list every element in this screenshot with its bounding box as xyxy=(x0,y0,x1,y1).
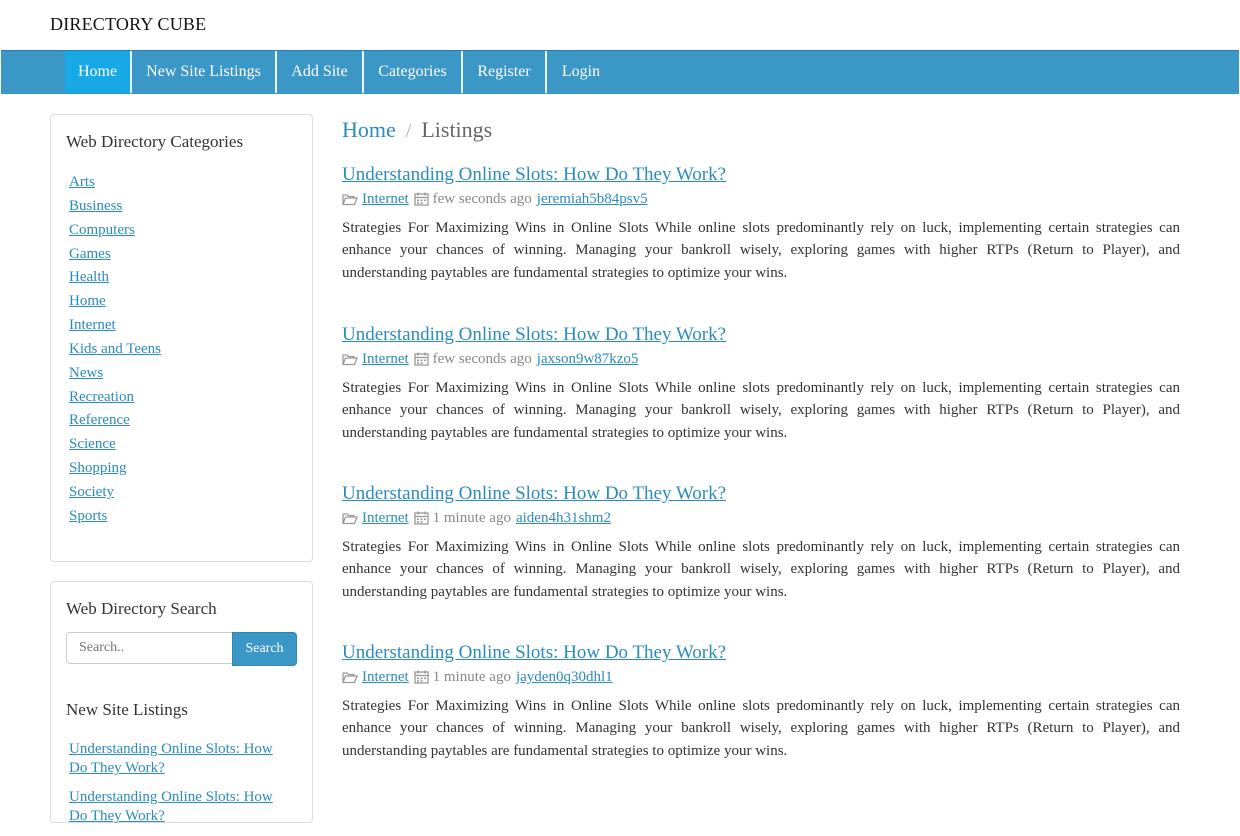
category-link-arts[interactable]: Arts xyxy=(69,174,95,190)
new-listing-link[interactable]: Understanding Online Slots: How Do They … xyxy=(69,789,273,824)
category-link-shopping[interactable]: Shopping xyxy=(69,460,127,476)
category-link-games[interactable]: Games xyxy=(69,246,111,262)
folder-open-icon xyxy=(342,193,358,205)
listing-category-link[interactable]: Internet xyxy=(362,189,409,209)
category-link-business[interactable]: Business xyxy=(69,198,122,214)
search-button[interactable]: Search xyxy=(232,632,297,666)
listing-title-link[interactable]: Understanding Online Slots: How Do They … xyxy=(342,164,726,185)
listing-user-link[interactable]: jeremiah5b84psv5 xyxy=(537,189,648,209)
category-item: Recreation xyxy=(69,387,161,411)
category-link-health[interactable]: Health xyxy=(69,269,109,285)
category-item: News xyxy=(69,363,161,387)
listing-description: Strategies For Maximizing Wins in Online… xyxy=(342,539,1180,600)
category-item: Computers xyxy=(69,220,161,244)
new-listings-list: Understanding Online Slots: How Do They … xyxy=(69,740,294,836)
search-title: Web Directory Search xyxy=(66,599,217,618)
nav-home[interactable]: Home xyxy=(65,51,130,93)
main-navbar: Home New Site Listings Add Site Categori… xyxy=(1,50,1239,94)
category-item: Kids and Teens xyxy=(69,339,161,363)
folder-open-icon xyxy=(342,671,358,683)
categories-panel: Web Directory Categories Arts Business C… xyxy=(50,114,313,562)
category-link-kids-and-teens[interactable]: Kids and Teens xyxy=(69,341,161,357)
category-link-sports[interactable]: Sports xyxy=(69,508,107,524)
category-item: Internet xyxy=(69,315,161,339)
listing-category-link[interactable]: Internet xyxy=(362,667,409,687)
category-link-society[interactable]: Society xyxy=(69,484,114,500)
calendar-icon xyxy=(413,192,429,206)
nav-register[interactable]: Register xyxy=(463,51,545,93)
breadcrumb-home[interactable]: Home xyxy=(342,117,396,142)
category-item: Shopping xyxy=(69,458,161,482)
listing-meta: Internet few seconds ago jaxson9w87kzo5 xyxy=(342,349,1180,369)
site-brand[interactable]: DIRECTORY CUBE xyxy=(50,14,206,35)
breadcrumb: Home / Listings xyxy=(342,117,492,143)
listing-category-link[interactable]: Internet xyxy=(362,508,409,528)
search-panel: Web Directory Search Search New Site Lis… xyxy=(50,581,313,824)
listing-user-link[interactable]: aiden4h31shm2 xyxy=(516,508,611,528)
category-link-news[interactable]: News xyxy=(69,365,103,381)
nav-categories[interactable]: Categories xyxy=(364,51,461,93)
new-listings-title: New Site Listings xyxy=(66,700,188,719)
nav-new-site-listings[interactable]: New Site Listings xyxy=(132,51,275,93)
listing-time: 1 minute ago xyxy=(432,510,511,526)
listing-item: Understanding Online Slots: How Do They … xyxy=(342,324,1180,444)
calendar-icon xyxy=(413,670,429,684)
category-link-computers[interactable]: Computers xyxy=(69,222,135,238)
listing-item: Understanding Online Slots: How Do They … xyxy=(342,483,1180,603)
listing-meta: Internet 1 minute ago jayden0q30dhl1 xyxy=(342,667,1180,687)
nav-add-site[interactable]: Add Site xyxy=(277,51,362,93)
listing-time: few seconds ago xyxy=(432,191,532,207)
list-item: Understanding Online Slots: How Do They … xyxy=(69,740,294,778)
listing-item: Understanding Online Slots: How Do They … xyxy=(342,642,1180,762)
nav-login[interactable]: Login xyxy=(547,51,615,93)
listing-user-link[interactable]: jayden0q30dhl1 xyxy=(516,667,613,687)
breadcrumb-separator: / xyxy=(405,120,412,142)
listing-title-link[interactable]: Understanding Online Slots: How Do They … xyxy=(342,642,726,663)
calendar-icon xyxy=(413,352,429,366)
listing-category-link[interactable]: Internet xyxy=(362,349,409,369)
folder-open-icon xyxy=(342,512,358,524)
category-item: Sports xyxy=(69,506,161,530)
category-item: Business xyxy=(69,196,161,220)
listing-user-link[interactable]: jaxson9w87kzo5 xyxy=(537,349,639,369)
new-listing-link[interactable]: Understanding Online Slots: How Do They … xyxy=(69,741,273,776)
listing-title-link[interactable]: Understanding Online Slots: How Do They … xyxy=(342,324,726,345)
category-item: Arts xyxy=(69,172,161,196)
listing-description: Strategies For Maximizing Wins in Online… xyxy=(342,380,1180,441)
category-item: Science xyxy=(69,434,161,458)
category-item: Society xyxy=(69,482,161,506)
category-item: Home xyxy=(69,291,161,315)
listing-time: few seconds ago xyxy=(432,351,532,367)
listing-description: Strategies For Maximizing Wins in Online… xyxy=(342,698,1180,759)
categories-title: Web Directory Categories xyxy=(66,132,244,151)
list-item: Understanding Online Slots: How Do They … xyxy=(69,788,294,826)
category-link-internet[interactable]: Internet xyxy=(69,317,116,333)
listing-time: 1 minute ago xyxy=(432,669,511,685)
listing-description: Strategies For Maximizing Wins in Online… xyxy=(342,220,1180,281)
listing-item: Understanding Online Slots: How Do They … xyxy=(342,164,1180,284)
category-link-science[interactable]: Science xyxy=(69,436,116,452)
category-link-recreation[interactable]: Recreation xyxy=(69,389,134,405)
category-item: Health xyxy=(69,267,161,291)
listing-meta: Internet 1 minute ago aiden4h31shm2 xyxy=(342,508,1180,528)
calendar-icon xyxy=(413,511,429,525)
category-link-home[interactable]: Home xyxy=(69,293,106,309)
listing-meta: Internet few seconds ago jeremiah5b84psv… xyxy=(342,189,1180,209)
folder-open-icon xyxy=(342,353,358,365)
category-list: Arts Business Computers Games Health Hom… xyxy=(69,172,161,530)
category-item: Reference xyxy=(69,410,161,434)
search-input[interactable] xyxy=(66,632,232,664)
breadcrumb-current: Listings xyxy=(421,117,493,142)
listing-title-link[interactable]: Understanding Online Slots: How Do They … xyxy=(342,483,726,504)
category-link-reference[interactable]: Reference xyxy=(69,412,130,428)
category-item: Games xyxy=(69,244,161,268)
